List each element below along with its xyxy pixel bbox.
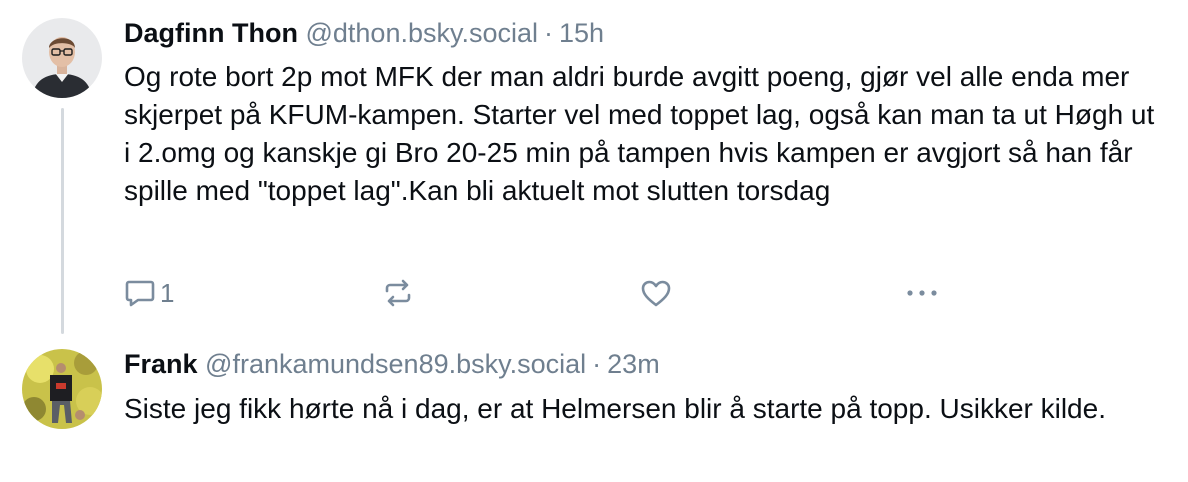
heart-icon — [640, 278, 672, 308]
more-options-button[interactable] — [904, 276, 940, 310]
author-handle[interactable]: @frankamundsen89.bsky.social — [205, 349, 586, 379]
post-actions: 1 — [124, 276, 954, 310]
reply-count: 1 — [160, 277, 175, 308]
post-timestamp[interactable]: 15h — [559, 18, 604, 48]
post-text: Siste jeg fikk hørte nå i dag, er at Hel… — [124, 393, 1106, 424]
repost-icon — [382, 278, 414, 308]
post-header: Frank @frankamundsen89.bsky.social · 23m — [124, 348, 660, 380]
avatar-image — [22, 18, 102, 98]
post-timestamp[interactable]: 23m — [607, 349, 660, 379]
reply-button[interactable]: 1 — [124, 276, 174, 310]
separator-dot: · — [592, 349, 602, 379]
post-text: Og rote bort 2p mot MFK der man aldri bu… — [124, 61, 1155, 206]
reply-icon — [124, 278, 156, 308]
separator-dot: · — [544, 18, 554, 48]
post-dagfinn-thon[interactable]: Dagfinn Thon @dthon.bsky.social · 15h Og r… — [0, 0, 1188, 334]
author-name[interactable]: Frank — [124, 349, 198, 379]
post-header: Dagfinn Thon @dthon.bsky.social · 15h — [124, 17, 604, 49]
author-name[interactable]: Dagfinn Thon — [124, 18, 298, 48]
avatar-image — [22, 349, 102, 429]
like-button[interactable] — [640, 276, 672, 310]
avatar[interactable] — [22, 18, 102, 98]
avatar[interactable] — [22, 349, 102, 429]
author-handle[interactable]: @dthon.bsky.social — [305, 18, 538, 48]
more-icon — [904, 278, 940, 308]
repost-button[interactable] — [382, 276, 414, 310]
